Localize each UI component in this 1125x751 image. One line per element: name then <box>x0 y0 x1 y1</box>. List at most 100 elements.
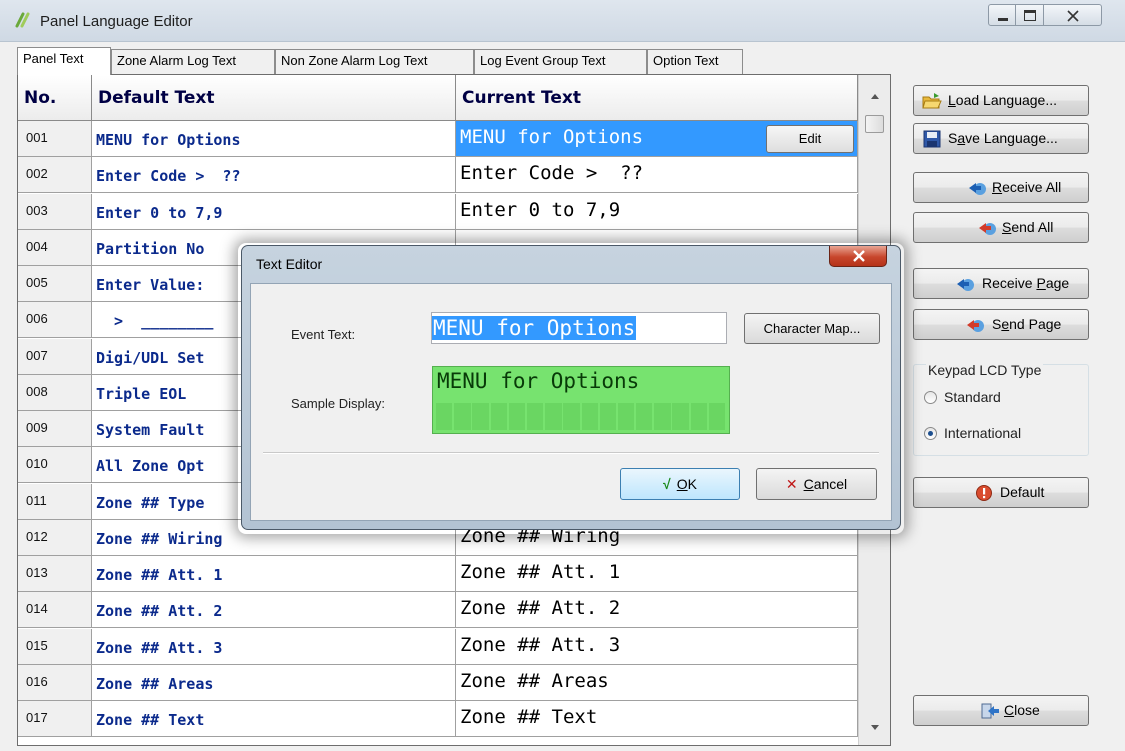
cross-icon: ✕ <box>785 476 798 492</box>
row-number: 009 <box>18 411 92 447</box>
current-text-value: MENU for Options <box>460 126 644 148</box>
lcd-char-cell <box>672 403 689 430</box>
default-text-cell: Zone ## Areas <box>92 664 456 701</box>
tab-panel-text[interactable]: Panel Text <box>17 47 111 75</box>
lcd-char-cell <box>490 403 507 430</box>
default-text-cell: MENU for Options <box>92 121 456 157</box>
current-text-cell[interactable]: Zone ## Att. 3 <box>456 628 858 665</box>
current-text-cell[interactable]: Zone ## Text <box>456 701 858 737</box>
current-text-value: Zone ## Att. 3 <box>460 633 621 656</box>
dialog-close-button[interactable] <box>829 246 887 267</box>
table-row[interactable]: 002 Enter Code > ?? Enter Code > ?? <box>18 157 858 194</box>
row-number: 001 <box>18 121 92 157</box>
minimize-button[interactable] <box>988 4 1016 26</box>
row-number: 006 <box>18 302 92 339</box>
current-text-cell[interactable]: Zone ## Att. 1 <box>456 556 858 592</box>
column-header-no[interactable]: No. <box>18 75 92 121</box>
window-close-button[interactable] <box>1044 4 1102 26</box>
lcd-char-cell <box>454 403 471 430</box>
row-number: 002 <box>18 157 92 194</box>
send-page-button[interactable]: Send Page <box>913 309 1089 340</box>
radio-international-dot[interactable] <box>924 427 937 440</box>
lcd-char-cell <box>599 403 617 430</box>
row-number: 013 <box>18 556 92 592</box>
exit-door-icon <box>981 703 999 719</box>
window-title: Panel Language Editor <box>40 13 193 30</box>
current-text-value: Zone ## Att. 1 <box>460 561 621 583</box>
receive-arrow-icon <box>957 279 974 291</box>
row-number: 007 <box>18 338 92 375</box>
row-number: 010 <box>18 447 92 484</box>
checkmark-icon: √ <box>663 476 671 492</box>
scroll-up-icon[interactable] <box>859 83 891 117</box>
load-language-button[interactable]: Load Language... <box>913 85 1089 116</box>
close-icon <box>853 250 865 262</box>
scroll-thumb[interactable] <box>865 115 884 133</box>
table-row[interactable]: 017 Zone ## Text Zone ## Text <box>18 701 858 737</box>
send-all-button[interactable]: Send All <box>913 212 1089 243</box>
maximize-icon <box>1024 10 1036 21</box>
current-text-value: Enter Code > ?? <box>460 162 644 185</box>
tab-log-event-group-text[interactable]: Log Event Group Text <box>474 49 647 74</box>
current-text-cell[interactable]: MENU for Options Edit <box>456 121 858 157</box>
default-button[interactable]: Default <box>913 477 1089 508</box>
lcd-char-cell <box>617 403 635 430</box>
floppy-disk-icon <box>923 130 941 148</box>
scroll-down-icon[interactable] <box>859 711 891 745</box>
lcd-char-cell <box>636 403 653 430</box>
default-text-cell: Zone ## Att. 2 <box>92 592 456 629</box>
default-text-cell: Enter 0 to 7,9 <box>92 193 456 230</box>
current-text-value: Enter 0 to 7,9 <box>460 198 621 221</box>
current-text-cell[interactable]: Enter 0 to 7,9 <box>456 193 858 230</box>
table-row[interactable]: 001 MENU for Options MENU for Options Edit <box>18 121 858 157</box>
lcd-char-cell <box>654 403 671 430</box>
dialog-title: Text Editor <box>256 256 323 272</box>
column-header-default-text[interactable]: Default Text <box>92 75 456 121</box>
minimize-icon <box>998 18 1008 21</box>
current-text-cell[interactable]: Zone ## Att. 2 <box>456 592 858 629</box>
lcd-char-cell <box>581 403 598 430</box>
current-text-cell[interactable]: Enter Code > ?? <box>456 157 858 194</box>
default-text-cell: Zone ## Att. 1 <box>92 556 456 592</box>
ok-button[interactable]: √ OK <box>620 468 740 500</box>
table-row[interactable]: 013 Zone ## Att. 1 Zone ## Att. 1 <box>18 556 858 592</box>
tab-non-zone-alarm-log-text[interactable]: Non Zone Alarm Log Text <box>275 49 474 74</box>
column-header-current-text[interactable]: Current Text <box>456 75 858 121</box>
tab-option-text[interactable]: Option Text <box>647 49 743 74</box>
table-row[interactable]: 003 Enter 0 to 7,9 Enter 0 to 7,9 <box>18 193 858 230</box>
current-text-value: Zone ## Att. 2 <box>460 597 621 620</box>
table-row[interactable]: 014 Zone ## Att. 2 Zone ## Att. 2 <box>18 592 858 629</box>
lcd-line-2 <box>436 403 727 430</box>
receive-page-button[interactable]: Receive Page <box>913 268 1089 299</box>
row-number: 014 <box>18 592 92 629</box>
table-row[interactable]: 015 Zone ## Att. 3 Zone ## Att. 3 <box>18 628 858 665</box>
receive-arrow-icon <box>969 183 986 195</box>
title-bar: Panel Language Editor <box>0 0 1125 42</box>
radio-standard-dot[interactable] <box>924 391 937 404</box>
row-number: 016 <box>18 664 92 701</box>
row-number: 005 <box>18 266 92 302</box>
lcd-char-cell <box>708 403 726 430</box>
send-arrow-icon <box>979 223 996 235</box>
row-number: 003 <box>18 193 92 230</box>
receive-all-button[interactable]: Receive All <box>913 172 1089 203</box>
table-row[interactable]: 016 Zone ## Areas Zone ## Areas <box>18 664 858 701</box>
cancel-button[interactable]: ✕ Cancel <box>756 468 877 500</box>
lcd-char-cell <box>690 403 708 430</box>
app-logo-icon <box>15 12 30 28</box>
row-number: 012 <box>18 519 92 556</box>
close-button[interactable]: Close <box>913 695 1089 726</box>
edit-button[interactable]: Edit <box>766 125 854 153</box>
event-text-input[interactable]: MENU for Options <box>431 312 727 344</box>
text-editor-dialog: Text Editor Event Text: MENU for Options… <box>241 245 901 530</box>
row-number: 011 <box>18 483 92 520</box>
current-text-cell[interactable]: Zone ## Areas <box>456 664 858 701</box>
save-language-button[interactable]: Save Language... <box>913 123 1089 154</box>
tab-zone-alarm-log-text[interactable]: Zone Alarm Log Text <box>111 49 275 74</box>
character-map-button[interactable]: Character Map... <box>744 313 880 344</box>
dialog-body: Event Text: MENU for Options Character M… <box>250 283 892 521</box>
warning-shield-icon <box>976 485 992 501</box>
row-number: 008 <box>18 374 92 411</box>
maximize-button[interactable] <box>1016 4 1044 26</box>
default-text-cell: Zone ## Text <box>92 701 456 737</box>
